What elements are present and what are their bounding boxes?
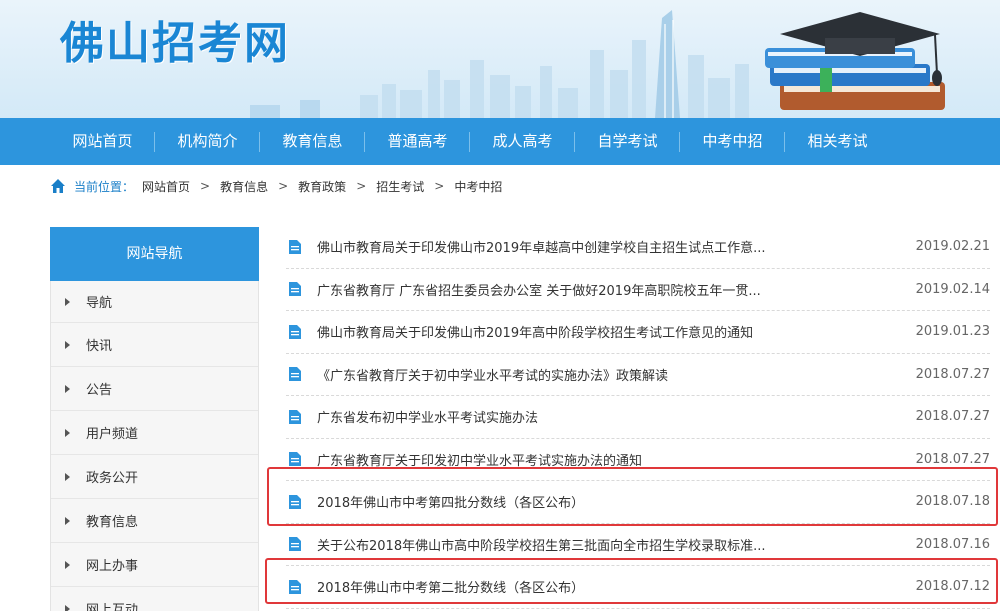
sidebar-item-news-flash[interactable]: 快讯: [51, 323, 258, 367]
breadcrumb-item-zhongkao[interactable]: 中考中招: [454, 178, 502, 195]
sidebar-item-government-affairs[interactable]: 政务公开: [51, 455, 258, 499]
article-title[interactable]: 《广东省教育厅关于初中学业水平考试的实施办法》政策解读: [317, 365, 910, 384]
article-date: 2018.07.27: [915, 451, 990, 467]
triangle-right-icon: [65, 384, 70, 393]
sidebar-list: 导航 快讯 公告 用户频道 政务公开 教育信息 网上办事 网上互动: [50, 281, 259, 611]
article-row[interactable]: 2018年佛山市中考第二批分数线（各区公布） 2018.07.12: [286, 566, 990, 609]
breadcrumb-separator: >: [200, 179, 211, 193]
main-nav-items: 网站首页 机构简介 教育信息 普通高考 成人高考 自学考试 中考中招 相关考试: [50, 118, 890, 165]
breadcrumb-separator: >: [434, 179, 445, 193]
sidebar-item-label: 导航: [86, 296, 113, 311]
document-icon: [289, 282, 301, 297]
breadcrumb-item-home[interactable]: 网站首页: [142, 178, 190, 195]
breadcrumb-label: 当前位置：: [74, 179, 135, 194]
document-icon: [289, 494, 301, 509]
document-icon: [289, 452, 301, 467]
nav-item-home[interactable]: 网站首页: [50, 118, 155, 165]
article-row[interactable]: 《广东省教育厅关于初中学业水平考试的实施办法》政策解读 2018.07.27: [286, 354, 990, 396]
sidebar: 网站导航 导航 快讯 公告 用户频道 政务公开 教育信息 网上办事 网上互动: [50, 227, 259, 611]
breadcrumb: 当前位置： 网站首页 > 教育信息 > 教育政策 > 招生考试 > 中考中招: [50, 176, 502, 196]
breadcrumb-item-admission-exams[interactable]: 招生考试: [376, 178, 424, 195]
article-date: 2018.07.18: [915, 494, 990, 510]
article-title[interactable]: 广东省教育厅关于印发初中学业水平考试实施办法的通知: [317, 450, 910, 469]
article-row[interactable]: 关于公布2018年佛山市高中阶段学校招生第三批面向全市招生学校录取标准... 20…: [286, 524, 990, 566]
home-icon: [51, 179, 65, 193]
nav-item-adult-exam[interactable]: 成人高考: [470, 118, 575, 165]
sidebar-item-navigation[interactable]: 导航: [51, 281, 258, 323]
breadcrumb-item-education-info[interactable]: 教育信息: [220, 178, 268, 195]
article-title[interactable]: 广东省发布初中学业水平考试实施办法: [317, 407, 910, 426]
sidebar-title: 网站导航: [50, 227, 259, 281]
header-banner: 佛山招考网: [0, 0, 1000, 118]
sidebar-item-education-info[interactable]: 教育信息: [51, 499, 258, 543]
triangle-right-icon: [65, 297, 70, 306]
sidebar-item-label: 教育信息: [86, 515, 139, 530]
article-row[interactable]: 佛山市教育局关于印发佛山市2019年高中阶段学校招生考试工作意见的通知 2019.…: [286, 311, 990, 354]
article-title[interactable]: 佛山市教育局关于印发佛山市2019年高中阶段学校招生考试工作意见的通知: [317, 322, 910, 341]
nav-item-education-info[interactable]: 教育信息: [260, 118, 365, 165]
article-row[interactable]: 2018年佛山市中考第四批分数线（各区公布） 2018.07.18: [286, 481, 990, 524]
article-date: 2019.02.14: [915, 281, 990, 297]
sidebar-item-label: 公告: [86, 383, 113, 398]
article-row[interactable]: 广东省教育厅关于印发初中学业水平考试实施办法的通知 2018.07.27: [286, 439, 990, 481]
triangle-right-icon: [65, 472, 70, 481]
site-title[interactable]: 佛山招考网: [60, 7, 290, 71]
article-title[interactable]: 2018年佛山市中考第四批分数线（各区公布）: [317, 492, 910, 511]
document-icon: [289, 367, 301, 382]
article-date: 2018.07.27: [915, 366, 990, 382]
article-title[interactable]: 关于公布2018年佛山市高中阶段学校招生第三批面向全市招生学校录取标准...: [317, 535, 910, 554]
sidebar-item-label: 快讯: [86, 339, 113, 354]
sidebar-item-announcements[interactable]: 公告: [51, 367, 258, 411]
nav-item-zhongkao[interactable]: 中考中招: [680, 118, 785, 165]
graduation-cap-books-icon: [765, 12, 945, 110]
article-title[interactable]: 佛山市教育局关于印发佛山市2019年卓越高中创建学校自主招生试点工作意...: [317, 237, 910, 256]
article-date: 2019.01.23: [915, 324, 990, 340]
document-icon: [289, 239, 301, 254]
document-icon: [289, 324, 301, 339]
article-list: 佛山市教育局关于印发佛山市2019年卓越高中创建学校自主招生试点工作意... 20…: [286, 226, 990, 609]
article-date: 2019.02.21: [915, 239, 990, 255]
main-nav-bar: 网站首页 机构简介 教育信息 普通高考 成人高考 自学考试 中考中招 相关考试: [0, 118, 1000, 165]
breadcrumb-separator: >: [356, 179, 367, 193]
article-date: 2018.07.12: [915, 579, 990, 595]
nav-item-related-exams[interactable]: 相关考试: [785, 118, 890, 165]
article-date: 2018.07.27: [915, 409, 990, 425]
sidebar-item-online-services[interactable]: 网上办事: [51, 543, 258, 587]
article-row[interactable]: 广东省教育厅 广东省招生委员会办公室 关于做好2019年高职院校五年一贯... 2…: [286, 269, 990, 311]
triangle-right-icon: [65, 340, 70, 349]
sidebar-item-user-channel[interactable]: 用户频道: [51, 411, 258, 455]
breadcrumb-separator: >: [278, 179, 289, 193]
sidebar-item-label: 网上办事: [86, 559, 139, 574]
sidebar-item-label: 网上互动: [86, 603, 139, 611]
triangle-right-icon: [65, 560, 70, 569]
breadcrumb-item-education-policy[interactable]: 教育政策: [298, 178, 346, 195]
document-icon: [289, 537, 301, 552]
article-title[interactable]: 广东省教育厅 广东省招生委员会办公室 关于做好2019年高职院校五年一贯...: [317, 280, 910, 299]
sidebar-item-online-interaction[interactable]: 网上互动: [51, 587, 258, 611]
document-icon: [289, 409, 301, 424]
nav-item-about[interactable]: 机构简介: [155, 118, 260, 165]
triangle-right-icon: [65, 428, 70, 437]
sidebar-item-label: 用户频道: [86, 427, 139, 442]
article-title[interactable]: 2018年佛山市中考第二批分数线（各区公布）: [317, 577, 910, 596]
sidebar-item-label: 政务公开: [86, 471, 139, 486]
article-row[interactable]: 广东省发布初中学业水平考试实施办法 2018.07.27: [286, 396, 990, 439]
article-row[interactable]: 佛山市教育局关于印发佛山市2019年卓越高中创建学校自主招生试点工作意... 20…: [286, 226, 990, 269]
triangle-right-icon: [65, 604, 70, 611]
triangle-right-icon: [65, 516, 70, 525]
nav-item-gaokao[interactable]: 普通高考: [365, 118, 470, 165]
nav-item-self-study-exam[interactable]: 自学考试: [575, 118, 680, 165]
document-icon: [289, 579, 301, 594]
article-date: 2018.07.16: [915, 536, 990, 552]
